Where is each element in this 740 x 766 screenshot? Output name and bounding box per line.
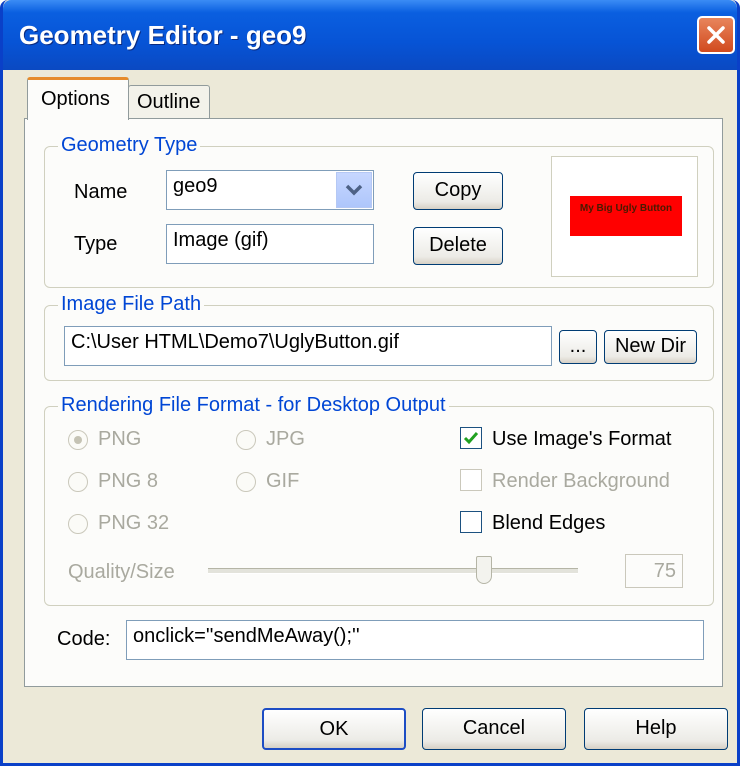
png32-radio[interactable] bbox=[68, 514, 88, 534]
cancel-button[interactable]: Cancel bbox=[422, 708, 566, 750]
png8-label: PNG 8 bbox=[98, 470, 159, 492]
quality-slider-track[interactable] bbox=[208, 568, 578, 574]
tab-options[interactable]: Options bbox=[27, 77, 129, 120]
use-image-format-checkbox[interactable] bbox=[460, 427, 482, 449]
jpg-radio[interactable] bbox=[236, 430, 256, 450]
png8-radio[interactable] bbox=[68, 472, 88, 492]
close-button[interactable] bbox=[697, 16, 735, 54]
jpg-label: JPG bbox=[266, 428, 305, 450]
ok-button[interactable]: OK bbox=[262, 708, 406, 750]
gif-radio[interactable] bbox=[236, 472, 256, 492]
new-dir-button[interactable]: New Dir bbox=[604, 330, 697, 364]
use-image-format-label: Use Image's Format bbox=[492, 428, 672, 450]
close-icon bbox=[707, 26, 725, 44]
render-background-checkbox[interactable] bbox=[460, 469, 482, 491]
name-dropdown-button[interactable] bbox=[336, 172, 372, 208]
gif-label: GIF bbox=[266, 470, 300, 492]
rendering-format-legend: Rendering File Format - for Desktop Outp… bbox=[58, 394, 449, 417]
delete-button[interactable]: Delete bbox=[413, 227, 503, 265]
blend-edges-label: Blend Edges bbox=[492, 512, 606, 534]
png-label: PNG bbox=[98, 428, 142, 450]
type-field[interactable]: Image (gif) bbox=[166, 224, 374, 264]
quality-slider-thumb[interactable] bbox=[476, 556, 492, 584]
window-title: Geometry Editor - geo9 bbox=[19, 20, 307, 50]
preview-image-text: My Big Ugly Button bbox=[570, 196, 682, 236]
copy-button[interactable]: Copy bbox=[413, 172, 503, 210]
png-radio[interactable] bbox=[68, 430, 88, 450]
name-label: Name bbox=[74, 181, 128, 203]
code-label: Code: bbox=[57, 628, 111, 650]
blend-edges-checkbox[interactable] bbox=[460, 511, 482, 533]
title-bar[interactable]: Geometry Editor - geo9 bbox=[3, 0, 737, 70]
chevron-down-icon bbox=[345, 184, 363, 196]
code-input[interactable]: onclick=''sendMeAway();'' bbox=[126, 620, 704, 660]
quality-size-label: Quality/Size bbox=[68, 561, 175, 583]
quality-value[interactable]: 75 bbox=[625, 554, 683, 588]
render-background-label: Render Background bbox=[492, 470, 670, 492]
tab-outline[interactable]: Outline bbox=[128, 85, 210, 118]
png32-label: PNG 32 bbox=[98, 512, 170, 534]
type-label: Type bbox=[74, 233, 118, 255]
geometry-type-legend: Geometry Type bbox=[58, 134, 201, 157]
image-file-path-legend: Image File Path bbox=[58, 293, 205, 316]
checkmark-icon bbox=[463, 432, 479, 445]
image-path-input[interactable]: C:\User HTML\Demo7\UglyButton.gif bbox=[64, 326, 552, 366]
help-button[interactable]: Help bbox=[584, 708, 728, 750]
browse-button[interactable]: ... bbox=[559, 330, 597, 364]
